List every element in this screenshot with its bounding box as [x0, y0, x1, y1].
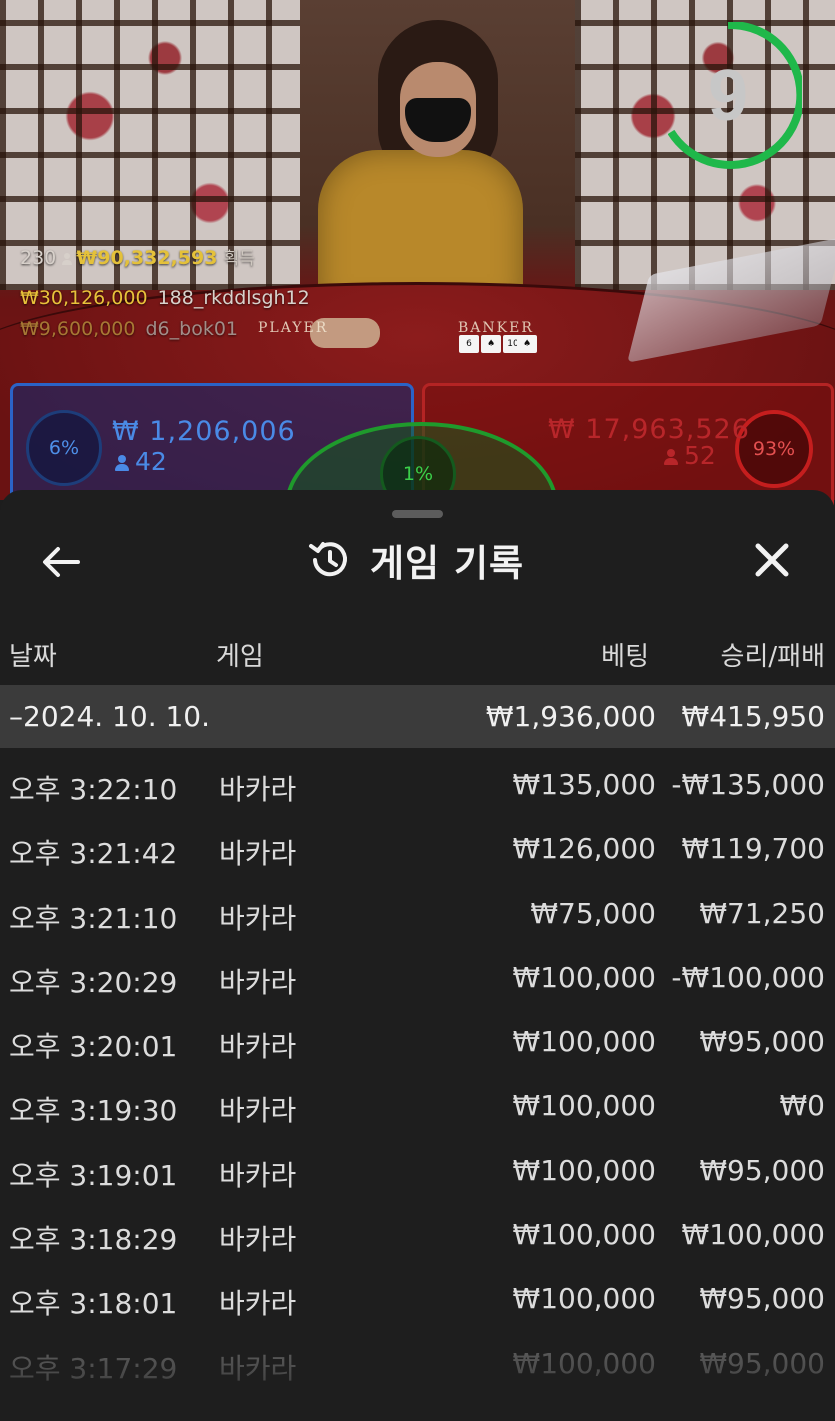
history-row[interactable]: 오후 3:19:30 바카라 ₩100,000 ₩0 [0, 1075, 835, 1139]
row-time: 오후 3:20:29 [9, 965, 178, 999]
row-bet: ₩100,000 [512, 1346, 656, 1380]
row-bet: ₩126,000 [512, 832, 656, 866]
row-result: ₩95,000 [699, 1153, 825, 1187]
history-row[interactable]: 오후 3:21:10 바카라 ₩75,000 ₩71,250 [0, 883, 835, 947]
date-group-row[interactable]: –2024. 10. 10. ₩1,936,000 ₩415,950 [0, 685, 835, 748]
history-icon [309, 542, 347, 577]
game-history-sheet: 게임 기록 날짜 게임 베팅 승리/패배 –2024. 10. 10. ₩1,9… [0, 490, 835, 1421]
drag-handle[interactable] [392, 510, 443, 518]
row-result: -₩100,000 [671, 960, 825, 994]
history-row[interactable]: 오후 3:17:29 바카라 ₩100,000 ₩95,000 [0, 1333, 835, 1397]
row-time: 오후 3:21:10 [9, 901, 178, 935]
player-bet-amount: ₩ 1,206,006 [112, 416, 296, 447]
row-time: 오후 3:22:10 [9, 773, 178, 806]
column-header-date: 날짜 [9, 642, 57, 672]
winner-entry: ₩9,600,000 d6_bok01 [20, 318, 238, 340]
row-bet: ₩100,000 [512, 1089, 656, 1123]
row-bet: ₩100,000 [512, 1282, 656, 1316]
row-time: 오후 3:18:29 [9, 1223, 178, 1257]
card: ♠ [517, 335, 537, 353]
row-bet: ₩75,000 [530, 896, 656, 930]
group-bet-total: ₩1,936,000 [485, 700, 656, 733]
player-percent: 6% [26, 410, 102, 486]
row-time: 오후 3:19:30 [9, 1094, 178, 1128]
row-result: ₩119,700 [681, 832, 825, 866]
banker-bettor-count: 52 [664, 441, 716, 470]
row-time: 오후 3:21:42 [9, 837, 178, 871]
winner-entry: ₩30,126,000 188_rkddlsgh12 [20, 287, 310, 309]
history-row[interactable]: 오후 3:22:10 바카라 ₩135,000 -₩135,000 [0, 754, 835, 818]
arrow-left-icon [43, 547, 80, 577]
player-count-value: 42 [135, 447, 167, 476]
row-result: ₩0 [779, 1089, 826, 1123]
row-result: ₩95,000 [699, 1346, 825, 1380]
row-time: 오후 3:18:01 [9, 1287, 178, 1321]
person-icon [664, 449, 678, 465]
row-result: ₩95,000 [699, 1025, 825, 1059]
close-button[interactable] [748, 536, 796, 584]
history-row[interactable]: 오후 3:18:29 바카라 ₩100,000 ₩100,000 [0, 1204, 835, 1268]
row-game: 바카라 [219, 1094, 297, 1128]
row-result: ₩95,000 [699, 1282, 825, 1316]
timer-value: 9 [707, 56, 749, 136]
row-result: ₩100,000 [681, 1218, 825, 1252]
person-icon [62, 253, 73, 265]
row-result: ₩71,250 [699, 896, 825, 930]
row-game: 바카라 [219, 1351, 297, 1385]
row-time: 오후 3:19:01 [9, 1158, 178, 1192]
column-header-game: 게임 [216, 642, 264, 672]
card: 6 [459, 335, 479, 353]
column-header-result: 승리/패배 [720, 642, 825, 672]
winners-summary: 230 ₩90,332,593 획득 [20, 244, 255, 269]
row-game: 바카라 [219, 1030, 297, 1064]
history-row[interactable]: 오후 3:18:01 바카라 ₩100,000 ₩95,000 [0, 1268, 835, 1332]
row-game: 바카라 [219, 773, 297, 806]
row-bet: ₩100,000 [512, 960, 656, 994]
banker-bet-amount: ₩ 17,963,526 [548, 414, 750, 445]
sheet-header: 게임 기록 [306, 535, 524, 585]
total-win-suffix: 획득 [223, 249, 255, 269]
table-header: 날짜 게임 베팅 승리/패배 [0, 630, 835, 674]
row-bet: ₩100,000 [512, 1025, 656, 1059]
banker-count-value: 52 [684, 441, 716, 470]
player-count: 230 [20, 247, 57, 269]
total-win-amount: ₩90,332,593 [76, 247, 218, 269]
history-row[interactable]: 오후 3:21:42 바카라 ₩126,000 ₩119,700 [0, 818, 835, 882]
history-row[interactable]: 오후 3:20:29 바카라 ₩100,000 -₩100,000 [0, 947, 835, 1011]
row-bet: ₩135,000 [512, 768, 656, 801]
countdown-timer: 9 [667, 20, 805, 170]
winner-user: 188_rkddlsgh12 [157, 287, 310, 309]
row-result: -₩135,000 [671, 768, 825, 801]
column-header-bet: 베팅 [601, 642, 649, 672]
row-game: 바카라 [219, 1158, 297, 1192]
row-game: 바카라 [219, 901, 297, 935]
row-time: 오후 3:20:01 [9, 1030, 178, 1064]
person-icon [115, 455, 129, 471]
row-bet: ₩100,000 [512, 1218, 656, 1252]
felt-banker-label: BANKER [458, 320, 534, 336]
close-icon [755, 543, 789, 577]
back-button[interactable] [38, 540, 86, 584]
card: ♠ [481, 335, 501, 353]
row-game: 바카라 [219, 837, 297, 871]
row-time: 오후 3:17:29 [9, 1351, 178, 1385]
group-date: –2024. 10. 10. [9, 700, 211, 733]
history-row[interactable]: 오후 3:19:01 바카라 ₩100,000 ₩95,000 [0, 1140, 835, 1204]
history-row[interactable]: 오후 3:20:01 바카라 ₩100,000 ₩95,000 [0, 1011, 835, 1075]
group-result-total: ₩415,950 [681, 700, 825, 733]
winner-amount: ₩30,126,000 [20, 287, 148, 309]
page-title: 게임 기록 [370, 542, 525, 585]
felt-player-label: PLAYER [258, 320, 329, 336]
winner-user: d6_bok01 [145, 318, 238, 340]
winner-amount: ₩9,600,000 [20, 318, 136, 340]
row-game: 바카라 [219, 1223, 297, 1257]
row-game: 바카라 [219, 965, 297, 999]
player-bettor-count: 42 [115, 447, 167, 476]
row-game: 바카라 [219, 1287, 297, 1321]
row-bet: ₩100,000 [512, 1153, 656, 1187]
history-list: 오후 3:22:10 바카라 ₩135,000 -₩135,000 오후 3:2… [0, 754, 835, 1397]
